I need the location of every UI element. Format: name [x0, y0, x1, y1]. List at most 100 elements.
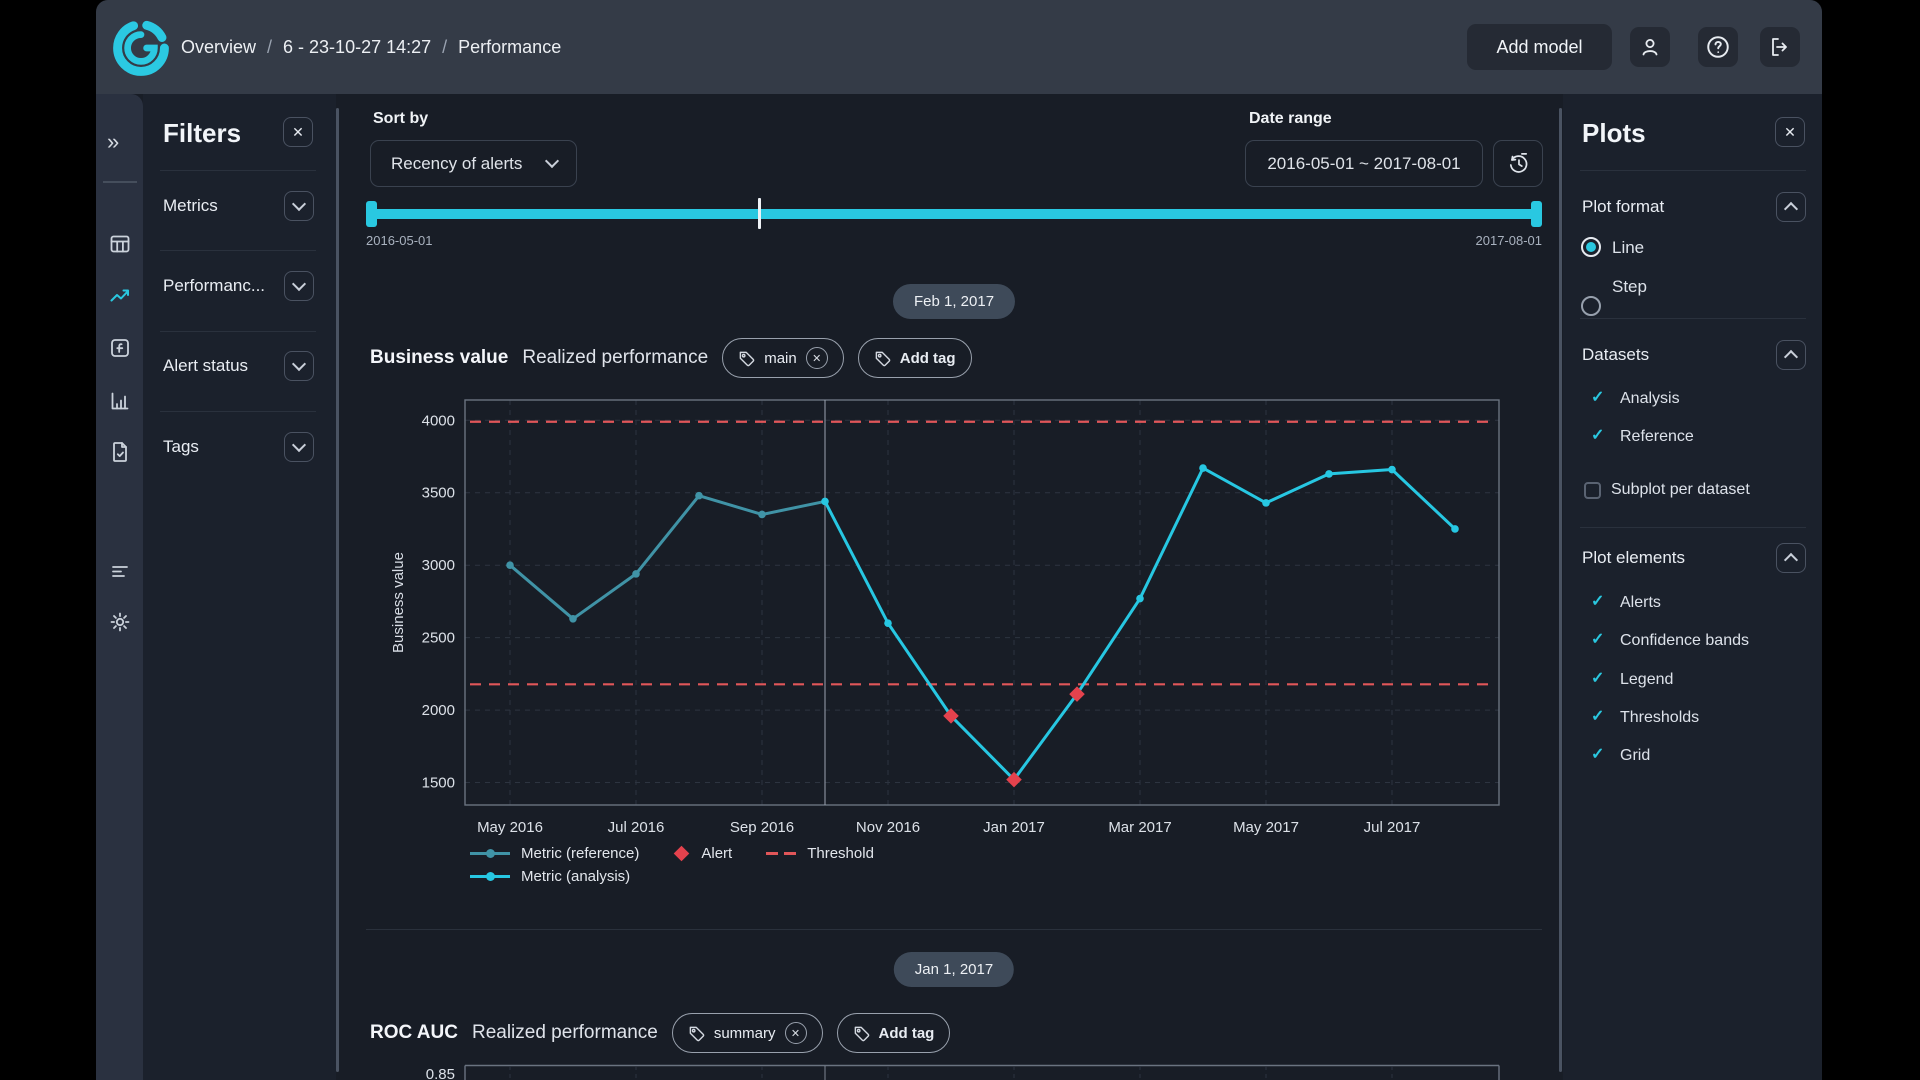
- svg-text:0.85: 0.85: [426, 1066, 455, 1080]
- add-tag-label: Add tag: [879, 1025, 935, 1042]
- svg-text:3500: 3500: [422, 485, 455, 502]
- sidebar-item-settings[interactable]: [108, 610, 132, 634]
- logout-icon: [1768, 35, 1792, 59]
- date-slider-track[interactable]: [366, 209, 1542, 219]
- slider-handle-end[interactable]: [1531, 201, 1542, 227]
- remove-tag-button[interactable]: ✕: [806, 347, 828, 369]
- slider-cursor[interactable]: [758, 198, 761, 229]
- sidebar-item-statistics[interactable]: [108, 389, 132, 413]
- alert-status-expand-button[interactable]: [284, 351, 314, 381]
- tag-icon: [874, 350, 891, 367]
- logout-button[interactable]: [1760, 27, 1800, 67]
- filters-divider: [160, 250, 316, 251]
- plot-format-collapse-button[interactable]: [1776, 192, 1806, 222]
- roc-auc-chart-svg: 0.85: [366, 1062, 1546, 1080]
- help-icon: [1705, 34, 1731, 60]
- performance-expand-button[interactable]: [284, 271, 314, 301]
- plot-element-legend[interactable]: Legend: [1620, 671, 1673, 689]
- expand-sidebar-button[interactable]: »: [107, 131, 119, 153]
- slider-start-label: 2016-05-01: [366, 233, 433, 248]
- filters-main-divider[interactable]: [336, 108, 339, 1072]
- filters-close-button[interactable]: ✕: [283, 117, 313, 147]
- chevron-up-icon: [1784, 202, 1798, 216]
- tag-chip-summary[interactable]: summary ✕: [672, 1013, 823, 1053]
- legend-item-analysis: Metric (analysis): [470, 868, 630, 885]
- tags-expand-button[interactable]: [284, 432, 314, 462]
- breadcrumb-model[interactable]: 6 - 23-10-27 14:27: [283, 37, 431, 58]
- date-range-reset-button[interactable]: [1493, 140, 1543, 187]
- filters-divider: [160, 411, 316, 412]
- close-icon: ✕: [1784, 125, 1796, 139]
- slider-handle-start[interactable]: [366, 201, 377, 227]
- bar-chart-icon: [108, 389, 132, 413]
- check-icon: ✓: [1591, 594, 1604, 610]
- date-range-input[interactable]: 2016-05-01 ~ 2017-08-01: [1245, 140, 1483, 187]
- filter-section-performance: Performanc...: [163, 276, 265, 296]
- breadcrumb-page[interactable]: Performance: [458, 37, 561, 58]
- legend-item-reference: Metric (reference): [470, 845, 639, 862]
- svg-text:1500: 1500: [422, 775, 455, 792]
- subplot-per-dataset-checkbox[interactable]: [1584, 482, 1601, 499]
- datasets-collapse-button[interactable]: [1776, 340, 1806, 370]
- svg-text:2000: 2000: [422, 702, 455, 719]
- metrics-expand-button[interactable]: [284, 191, 314, 221]
- tag-chip-main[interactable]: main ✕: [722, 338, 844, 378]
- subplot-per-dataset-label[interactable]: Subplot per dataset: [1611, 481, 1750, 499]
- chevron-down-icon: [292, 357, 306, 371]
- document-check-icon: [108, 440, 132, 464]
- legend-label: Metric (analysis): [521, 868, 630, 885]
- sidebar-item-performance[interactable]: [108, 284, 132, 308]
- radio-step[interactable]: [1581, 296, 1601, 316]
- plot-element-grid[interactable]: Grid: [1620, 747, 1650, 765]
- date-pill: Jan 1, 2017: [894, 952, 1014, 987]
- dataset-reference[interactable]: Reference: [1620, 428, 1694, 446]
- gear-icon: [108, 610, 132, 634]
- datasets-label: Datasets: [1582, 345, 1649, 365]
- app-logo[interactable]: [112, 19, 170, 77]
- section-divider: [366, 929, 1542, 930]
- plot-elements-label: Plot elements: [1582, 548, 1685, 568]
- sidebar-item-model-overview[interactable]: [108, 232, 132, 256]
- svg-text:Business value: Business value: [390, 552, 407, 653]
- threshold-dash-swatch: [766, 852, 796, 855]
- svg-text:Jul 2016: Jul 2016: [608, 819, 665, 836]
- check-icon: ✓: [1591, 632, 1604, 648]
- business-value-title-row: Business value Realized performance main…: [370, 338, 972, 378]
- add-tag-label: Add tag: [900, 350, 956, 367]
- svg-text:2500: 2500: [422, 630, 455, 647]
- add-model-button[interactable]: Add model: [1467, 24, 1612, 70]
- add-tag-button[interactable]: Add tag: [858, 338, 972, 378]
- help-button[interactable]: [1698, 27, 1738, 67]
- sidebar-item-filters[interactable]: [108, 559, 132, 583]
- svg-text:Sep 2016: Sep 2016: [730, 819, 794, 836]
- close-icon: ✕: [791, 1027, 800, 1040]
- filters-panel: [143, 94, 336, 1080]
- trend-up-icon: [108, 284, 132, 308]
- tag-icon: [738, 350, 755, 367]
- plot-elements-collapse-button[interactable]: [1776, 543, 1806, 573]
- radio-step-label[interactable]: Step: [1612, 277, 1647, 297]
- svg-text:3000: 3000: [422, 557, 455, 574]
- date-range-label: Date range: [1249, 110, 1332, 128]
- table-icon: [108, 232, 132, 256]
- sort-dropdown[interactable]: Recency of alerts: [370, 140, 577, 187]
- radio-line[interactable]: [1581, 237, 1601, 257]
- plot-element-thresholds[interactable]: Thresholds: [1620, 709, 1699, 727]
- svg-text:Nov 2016: Nov 2016: [856, 819, 920, 836]
- plot-element-alerts[interactable]: Alerts: [1620, 594, 1661, 612]
- sidebar-item-reports[interactable]: [108, 440, 132, 464]
- radio-line-label[interactable]: Line: [1612, 238, 1644, 258]
- plots-close-button[interactable]: ✕: [1775, 117, 1805, 147]
- dataset-analysis[interactable]: Analysis: [1620, 390, 1680, 408]
- chevron-up-icon: [1784, 553, 1798, 567]
- main-scrollbar[interactable]: [1559, 108, 1562, 1072]
- sidebar-item-custom-metrics[interactable]: [108, 336, 132, 360]
- plot-element-confidence-bands[interactable]: Confidence bands: [1620, 632, 1749, 650]
- filter-section-alert-status: Alert status: [163, 356, 248, 376]
- add-tag-button[interactable]: Add tag: [837, 1013, 951, 1053]
- plots-divider: [1580, 527, 1806, 528]
- breadcrumb-overview[interactable]: Overview: [181, 37, 256, 58]
- chevron-down-icon: [292, 197, 306, 211]
- remove-tag-button[interactable]: ✕: [785, 1022, 807, 1044]
- user-button[interactable]: [1630, 27, 1670, 67]
